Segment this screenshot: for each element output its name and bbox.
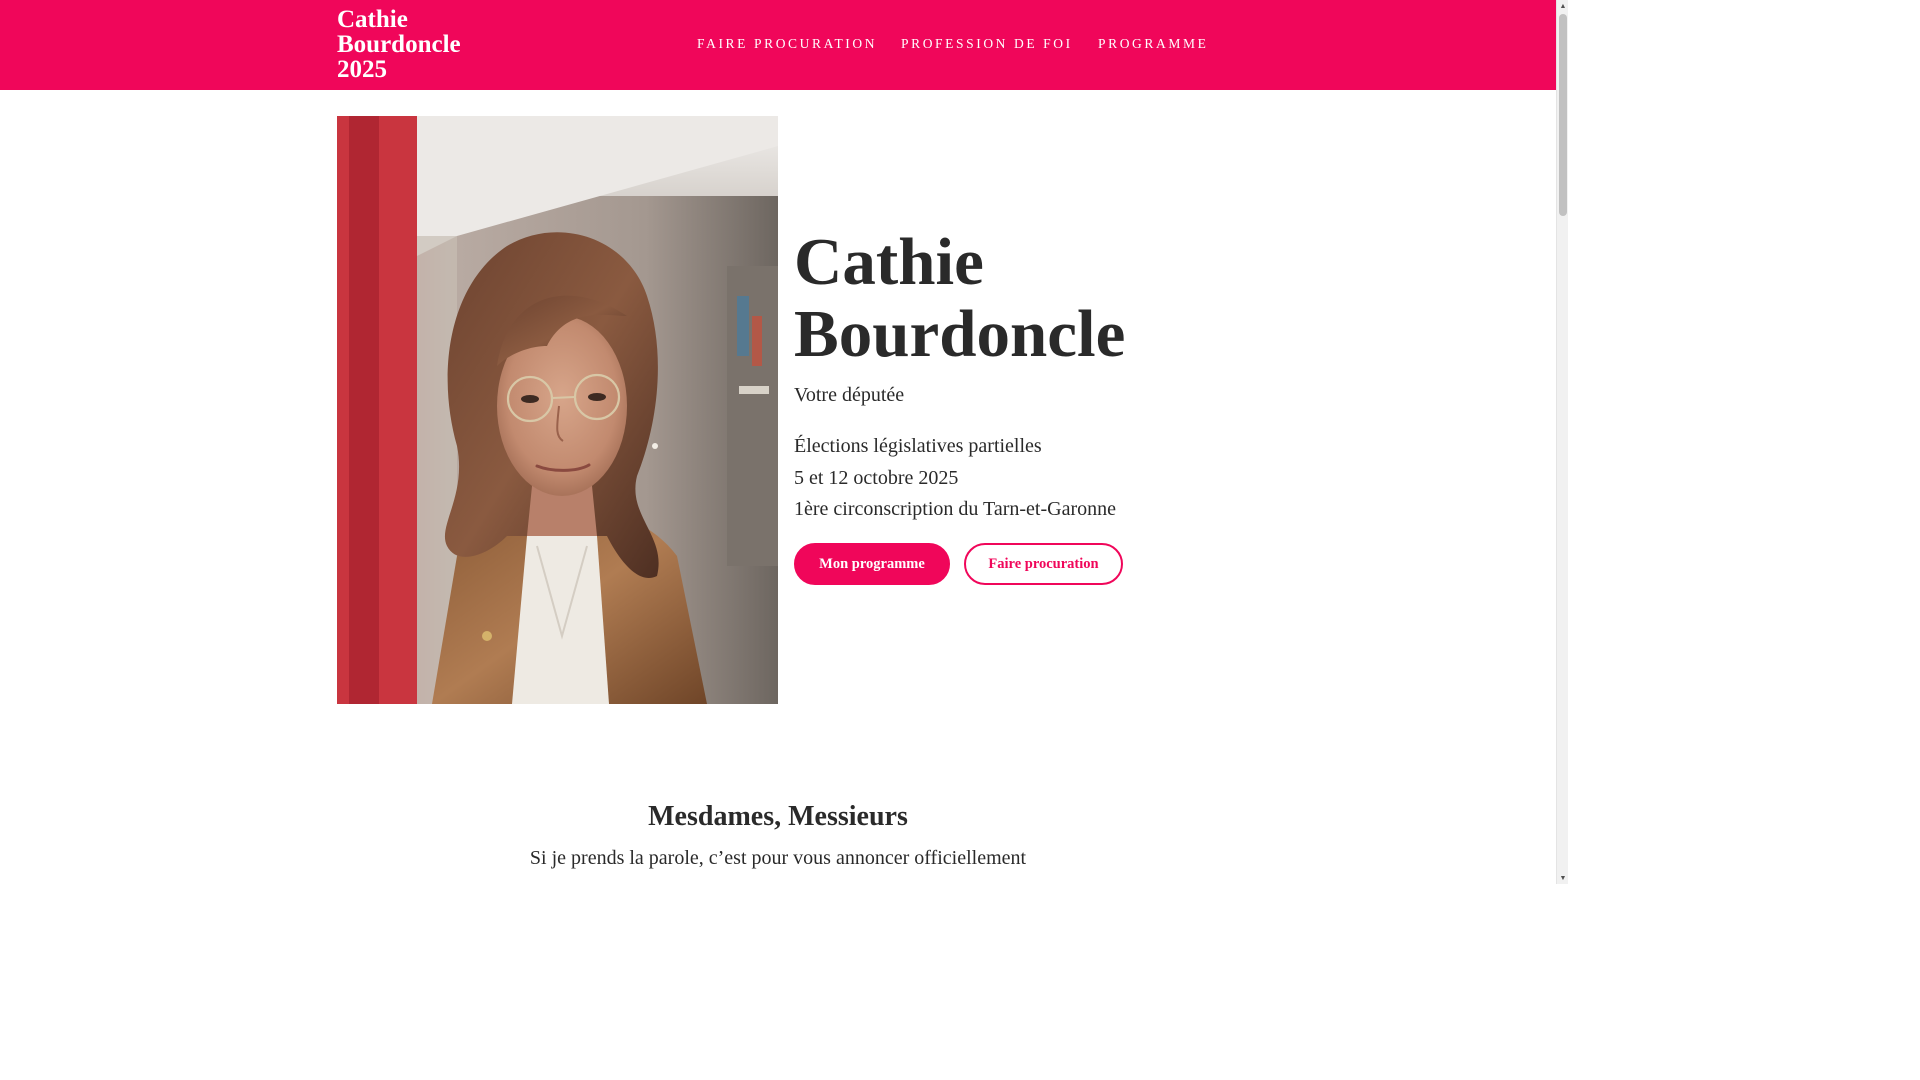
faire-procuration-button[interactable]: Faire procuration	[964, 543, 1123, 585]
scroll-up-arrow-icon[interactable]: ▲	[1557, 0, 1569, 12]
nav-link-profession-de-foi[interactable]: PROFESSION DE FOI	[901, 36, 1073, 52]
mon-programme-button[interactable]: Mon programme	[794, 543, 950, 585]
portrait-illustration	[337, 116, 778, 704]
scrollbar-thumb[interactable]	[1559, 14, 1567, 216]
nav-link-programme[interactable]: PROGRAMME	[1098, 36, 1208, 52]
page-scrollbar[interactable]: ▲ ▼	[1556, 0, 1568, 884]
candidate-name-heading: Cathie Bourdoncle	[794, 225, 1126, 371]
candidate-role: Votre députée	[794, 384, 905, 406]
site-header: Cathie Bourdoncle 2025 FAIRE PROCURATION…	[0, 0, 1556, 90]
election-type: Élections législatives partielles	[794, 435, 1042, 457]
scroll-down-arrow-icon[interactable]: ▼	[1557, 872, 1569, 884]
intro-heading: Mesdames, Messieurs	[648, 801, 908, 832]
main-navigation: FAIRE PROCURATION PROFESSION DE FOI PROG…	[0, 36, 1556, 56]
candidate-portrait-photo	[337, 116, 778, 704]
page-viewport: Cathie Bourdoncle 2025 FAIRE PROCURATION…	[0, 0, 1556, 884]
nav-link-faire-procuration[interactable]: FAIRE PROCURATION	[697, 36, 877, 52]
intro-paragraph: Si je prends la parole, c’est pour vous …	[529, 847, 1027, 869]
election-constituency: 1ère circonscription du Tarn-et-Garonne	[794, 498, 1116, 520]
election-info: Élections législatives partielles 5 et 1…	[794, 431, 1116, 526]
election-dates: 5 et 12 octobre 2025	[794, 466, 959, 489]
